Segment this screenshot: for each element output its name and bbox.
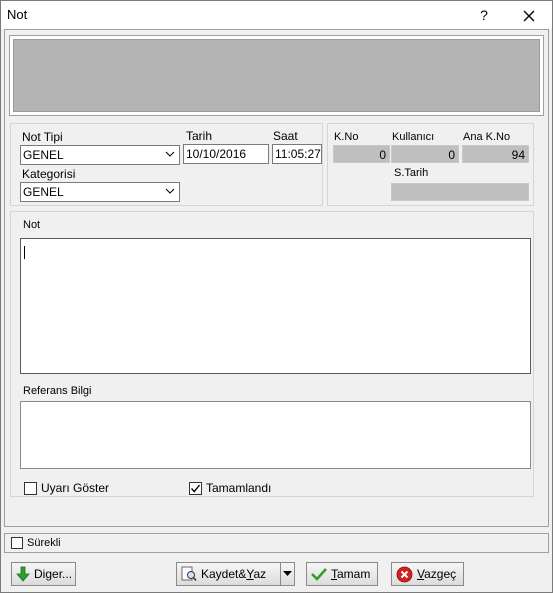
- kno-value: 0: [379, 148, 386, 162]
- s-tarih-field: [391, 183, 529, 201]
- surekli-box[interactable]: [11, 537, 23, 549]
- kategorisi-label: Kategorisi: [22, 167, 76, 181]
- not-tipi-value: GENEL: [23, 148, 64, 162]
- kaydet-yaz-dropdown[interactable]: [280, 562, 295, 586]
- kategorisi-value: GENEL: [23, 185, 64, 199]
- kaydet-yaz-label: Kaydet&Yaz: [201, 567, 267, 581]
- tamamlandi-box[interactable]: [189, 481, 202, 495]
- record-info-group: K.No 0 Kullanıcı 0 Ana K.No 94 S.Tarih: [327, 123, 534, 206]
- not-label: Not: [23, 219, 41, 231]
- saat-field[interactable]: 11:05:27: [272, 144, 322, 164]
- saat-value: 11:05:27: [275, 147, 321, 161]
- surekli-checkbox[interactable]: Sürekli: [11, 537, 61, 549]
- ana-kno-label: Ana K.No: [463, 131, 511, 143]
- ana-kno-value: 94: [511, 148, 525, 162]
- referans-label: Referans Bilgi: [23, 385, 92, 397]
- text-caret: [24, 246, 25, 259]
- arrow-down-icon: [16, 566, 30, 582]
- uyari-box[interactable]: [24, 481, 37, 495]
- not-tipi-label: Not Tipi: [22, 130, 63, 144]
- header-banner-fill: [13, 39, 540, 112]
- checkmark-icon: [190, 484, 201, 493]
- chevron-down-icon: [165, 151, 175, 157]
- cancel-x-icon: [396, 566, 413, 582]
- kno-label: K.No: [334, 131, 359, 143]
- kullanici-label: Kullanıcı: [392, 131, 435, 143]
- options-bar: Sürekli: [4, 533, 549, 553]
- tamam-label: Tamam: [331, 567, 371, 581]
- kategorisi-select[interactable]: GENEL: [20, 182, 180, 202]
- kullanici-value: 0: [448, 148, 455, 162]
- main-panel: Not Tipi GENEL Tarih 10/10/2016 Saat 11:…: [4, 29, 549, 527]
- ana-kno-field: 94: [462, 145, 529, 163]
- diger-button[interactable]: Diger...: [11, 562, 76, 586]
- title-bar: Not ?: [1, 1, 552, 29]
- not-tipi-select[interactable]: GENEL: [20, 145, 180, 165]
- header-banner: [9, 35, 544, 116]
- preview-search-icon: [181, 566, 197, 582]
- checkmark-green-icon: [311, 568, 327, 581]
- note-dialog: Not ? Not Tipi GENEL Tarih 10/10/2016 Sa…: [0, 0, 553, 593]
- referans-textarea[interactable]: [20, 401, 531, 469]
- uyari-checkbox[interactable]: Uyarı Göster: [24, 481, 109, 495]
- kullanici-field: 0: [391, 145, 459, 163]
- uyari-label: Uyarı Göster: [41, 481, 110, 495]
- saat-label: Saat: [273, 129, 298, 143]
- tarih-label: Tarih: [186, 129, 213, 143]
- not-textarea[interactable]: [20, 238, 531, 374]
- tarih-field[interactable]: 10/10/2016: [183, 144, 269, 164]
- kno-field: 0: [333, 145, 390, 163]
- caret-down-icon: [283, 571, 292, 576]
- note-body-group: Not Referans Bilgi: [10, 211, 534, 497]
- tamam-button[interactable]: Tamam: [306, 562, 378, 586]
- chevron-down-icon: [165, 188, 175, 194]
- surekli-label: Sürekli: [27, 537, 61, 549]
- help-button[interactable]: ?: [469, 4, 499, 26]
- note-type-group: Not Tipi GENEL Tarih 10/10/2016 Saat 11:…: [10, 123, 323, 206]
- kaydet-yaz-button[interactable]: Kaydet&Yaz: [176, 562, 281, 586]
- s-tarih-label: S.Tarih: [394, 167, 429, 179]
- tamamlandi-checkbox[interactable]: Tamamlandı: [189, 481, 271, 495]
- diger-label: Diger...: [34, 567, 73, 581]
- vazgec-label: Vazgeç: [417, 567, 457, 581]
- window-title: Not: [7, 7, 28, 22]
- close-button[interactable]: [513, 4, 545, 26]
- tamamlandi-label: Tamamlandı: [206, 481, 272, 495]
- close-icon: [523, 10, 535, 22]
- vazgec-button[interactable]: Vazgeç: [391, 562, 464, 586]
- tarih-value: 10/10/2016: [186, 147, 247, 161]
